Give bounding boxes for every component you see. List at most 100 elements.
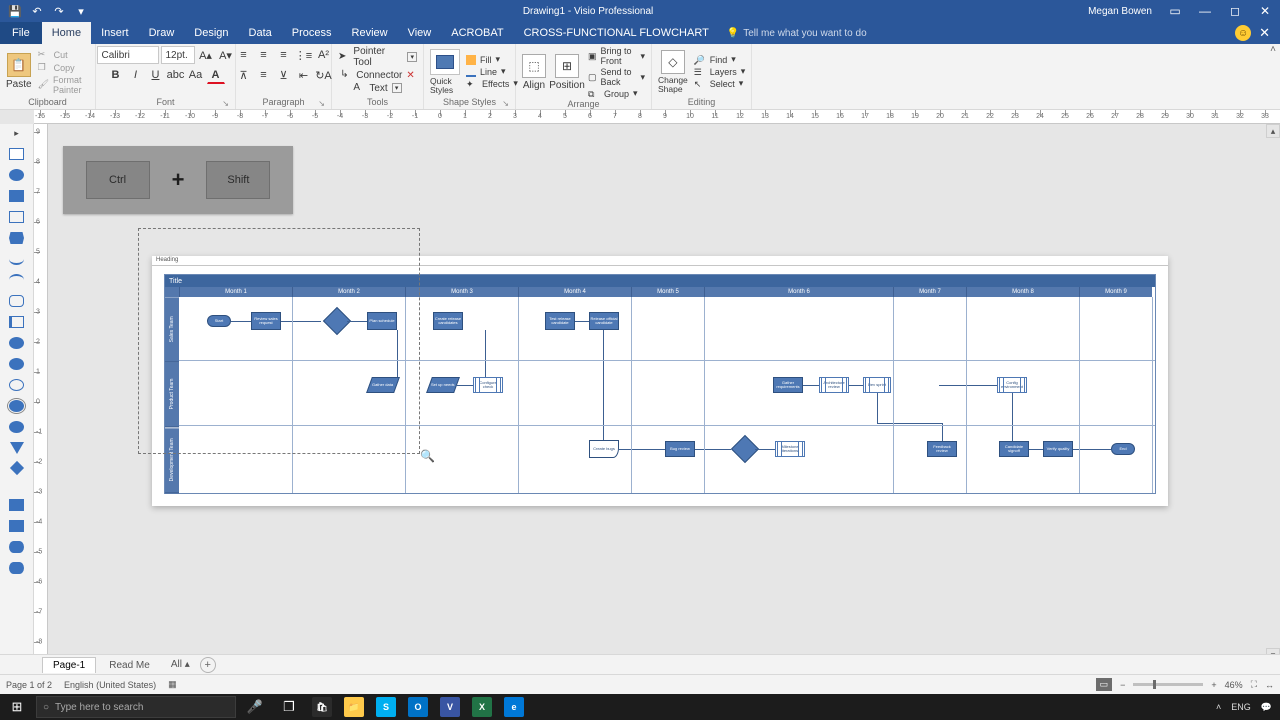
layers-button[interactable]: ☰Layers ▾ (694, 66, 746, 77)
font-name-select[interactable]: Calibri (97, 46, 159, 64)
taskbar-app-skype[interactable]: S (370, 694, 402, 720)
presentation-mode-icon[interactable]: ▭ (1096, 678, 1113, 691)
fit-page-icon[interactable]: ⛶ (1251, 679, 1257, 690)
user-name[interactable]: Megan Bowen (1080, 6, 1160, 17)
shape-candidates[interactable]: Create release candidates (433, 312, 463, 330)
connector[interactable] (457, 385, 473, 386)
shape-cand-signoff[interactable]: Candidate signoff (999, 441, 1029, 457)
quick-shape-diamond[interactable] (9, 461, 23, 475)
effects-button[interactable]: ✦Effects ▾ (466, 78, 518, 89)
connector[interactable] (1029, 449, 1043, 450)
quick-shape-rect[interactable] (9, 148, 24, 160)
fit-width-icon[interactable]: ↔ (1265, 680, 1274, 690)
group-button[interactable]: ⧉Group ▾ (588, 88, 645, 99)
taskbar-app-outlook[interactable]: O (402, 694, 434, 720)
pointer-tool-button[interactable]: ➤Pointer Tool▾ (338, 46, 417, 68)
shape-config-check[interactable]: Configure check (473, 377, 503, 393)
send-to-back-button[interactable]: ▢Send to Back ▾ (588, 67, 645, 87)
shape-gather-req[interactable]: Gather requirements (773, 377, 803, 393)
quick-styles-button[interactable]: Quick Styles (430, 49, 460, 94)
valign-mid-icon[interactable]: ≡ (255, 66, 273, 84)
font-color-button[interactable]: A (207, 66, 225, 84)
quick-shape-box-1[interactable] (9, 499, 24, 511)
taskbar-app-store[interactable]: 🛍 (306, 694, 338, 720)
connector[interactable] (877, 423, 943, 424)
qat-menu-icon[interactable]: ▾ (72, 2, 90, 20)
quick-shape-oval-2[interactable] (9, 562, 24, 574)
task-view-icon[interactable]: ❐ (272, 694, 306, 720)
dialog-launcher-icon[interactable]: ↘ (502, 99, 509, 108)
redo-icon[interactable]: ↷ (50, 2, 68, 20)
ribbon-close-icon[interactable]: ✕ (1259, 25, 1270, 41)
quick-shape-triangle[interactable] (10, 442, 24, 454)
quick-shape-circle-1[interactable] (9, 337, 24, 349)
taskbar-app-edge[interactable]: e (498, 694, 530, 720)
quick-shape-cyl[interactable] (9, 295, 24, 307)
fill-button[interactable]: Fill ▾ (466, 54, 518, 65)
page-tab-readme[interactable]: Read Me (98, 657, 161, 673)
page-tab-all[interactable]: All ▴ (163, 657, 198, 672)
shape-config-env[interactable]: Config environment (997, 377, 1027, 393)
paste-button[interactable]: 📋 Paste (6, 53, 32, 90)
connector[interactable] (803, 385, 819, 386)
tab-home[interactable]: Home (42, 22, 91, 44)
quick-shape-ellipse[interactable] (9, 169, 24, 181)
tab-cross-functional[interactable]: CROSS-FUNCTIONAL FLOWCHART (514, 22, 719, 44)
italic-button[interactable]: I (127, 66, 145, 84)
shape-create-bugs[interactable]: Create bugs (589, 440, 619, 458)
taskbar-search[interactable]: ○Type here to search (36, 696, 236, 718)
cut-button[interactable]: ✂Cut (38, 49, 89, 61)
taskbar-app-excel[interactable]: X (466, 694, 498, 720)
connector[interactable] (939, 385, 997, 386)
quick-shape-circle-3[interactable] (9, 421, 24, 433)
quick-shape-box-2[interactable] (9, 520, 24, 532)
connector[interactable] (485, 330, 486, 377)
connector[interactable] (877, 393, 878, 423)
shape-cand-test[interactable]: Test release candidate (545, 312, 575, 330)
scroll-up-icon[interactable]: ▴ (1266, 124, 1280, 138)
align-button[interactable]: ⬚Align (522, 54, 546, 91)
minimize-icon[interactable]: — (1190, 0, 1220, 22)
tell-me-search[interactable]: 💡Tell me what you want to do (719, 22, 875, 44)
tab-process[interactable]: Process (282, 22, 342, 44)
bold-button[interactable]: B (107, 66, 125, 84)
action-center-icon[interactable]: 💬 (1261, 702, 1272, 713)
shape-milestone[interactable]: Milestone iterations (775, 441, 805, 457)
quick-shape-circle-2[interactable] (9, 358, 24, 370)
connector[interactable] (695, 449, 731, 450)
font-size-select[interactable]: 12pt. (161, 46, 195, 64)
align-right-icon[interactable]: ≡ (275, 46, 293, 64)
add-page-button[interactable]: + (200, 657, 216, 673)
taskbar-app-visio[interactable]: V (434, 694, 466, 720)
format-painter-button[interactable]: 🖌Format Painter (38, 75, 89, 95)
tray-language[interactable]: ENG (1231, 702, 1251, 712)
shape-arch-review[interactable]: Architecture review (819, 377, 849, 393)
shape-needs[interactable]: Set up needs (426, 377, 460, 393)
connector[interactable] (1012, 393, 1013, 441)
quick-shape-circle-sel[interactable] (9, 400, 24, 412)
connector-tool-button[interactable]: ↳Connector✕ (340, 69, 415, 81)
connector[interactable] (619, 449, 665, 450)
connector[interactable] (849, 385, 863, 386)
select-button[interactable]: ↖Select ▾ (694, 78, 746, 89)
expand-shapes-icon[interactable]: ▸ (14, 128, 19, 139)
quick-shape-border[interactable] (9, 211, 24, 223)
save-icon[interactable]: 💾 (6, 2, 24, 20)
quick-shape-curve[interactable] (9, 253, 24, 265)
zoom-level[interactable]: 46% (1225, 680, 1243, 690)
dialog-launcher-icon[interactable]: ↘ (222, 99, 229, 108)
copy-button[interactable]: ❐Copy (38, 62, 89, 74)
align-left-icon[interactable]: ≡ (235, 46, 253, 64)
grow-font-icon[interactable]: A▴ (197, 46, 215, 64)
shape-bug-review[interactable]: Bug review (665, 441, 695, 457)
tab-insert[interactable]: Insert (91, 22, 139, 44)
close-icon[interactable]: ✕ (1250, 0, 1280, 22)
feedback-smiley-icon[interactable]: ☺ (1235, 25, 1251, 41)
start-button[interactable]: ⊞ (0, 694, 34, 720)
connector[interactable] (603, 330, 604, 440)
cortana-mic-icon[interactable]: 🎤 (238, 694, 272, 720)
shrink-font-icon[interactable]: A▾ (217, 46, 235, 64)
shape-feedback[interactable]: Feedback review (927, 441, 957, 457)
superscript-icon[interactable]: A² (315, 46, 333, 64)
find-button[interactable]: 🔎Find ▾ (694, 54, 746, 65)
